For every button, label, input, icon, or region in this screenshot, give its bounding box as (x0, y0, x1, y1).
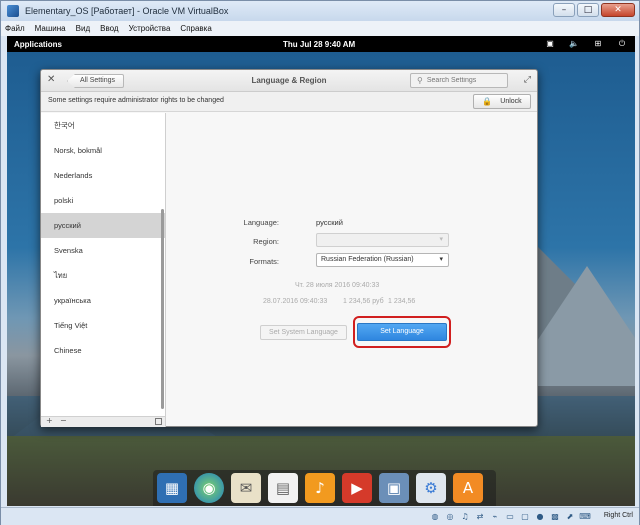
vbox-menu-bar: Файл Машина Вид Ввод Устройства Справка (1, 21, 639, 36)
window-controls: – □ ✕ (553, 3, 635, 17)
dock: ▦ ◉ ✉ ▤ ♪ ▶ ▣ ⚙ A (153, 470, 496, 506)
shared-folder-icon[interactable]: ▭ (504, 511, 516, 522)
menu-help[interactable]: Справка (180, 24, 211, 33)
language-item[interactable]: Norsk, bokmål (41, 138, 165, 163)
region-select[interactable]: ▾ (316, 233, 449, 247)
formats-value: Russian Federation (Russian) (321, 256, 414, 263)
search-field[interactable]: ⚲ (410, 73, 508, 88)
virtualbox-icon (7, 5, 19, 17)
language-label: Language: (243, 218, 279, 227)
language-item[interactable]: українська (41, 288, 165, 313)
unlock-button[interactable]: 🔒 Unlock (473, 94, 531, 109)
maximize-icon[interactable]: ⤢ (524, 75, 531, 85)
minimize-button[interactable]: – (553, 3, 575, 17)
formats-select[interactable]: Russian Federation (Russian) ▾ (316, 253, 449, 267)
close-button[interactable]: ✕ (601, 3, 635, 17)
settings-header: ✕ All Settings Language & Region ⚲ ⤢ (41, 70, 537, 92)
guest-screen: Applications Thu Jul 28 9:40 AM ▣ 🔈 ⊞ ⏻ … (7, 36, 635, 506)
permission-message: Some settings require administrator righ… (48, 97, 224, 104)
audio-icon[interactable]: ♫ (459, 511, 471, 522)
host-key-label: Right Ctrl (603, 512, 633, 519)
permission-infobar: Some settings require administrator righ… (41, 92, 537, 112)
photos-icon[interactable]: ▣ (379, 473, 409, 503)
list-scrollbar[interactable] (161, 113, 164, 416)
music-icon[interactable]: ♪ (305, 473, 335, 503)
menu-file[interactable]: Файл (5, 24, 25, 33)
optical-drive-icon[interactable]: ◎ (444, 511, 456, 522)
language-list: 한국어 Norsk, bokmål Nederlands polski русс… (41, 113, 166, 416)
maximize-button[interactable]: □ (577, 3, 599, 17)
language-settings-panel: Language: русский Region: ▾ Formats: Rus… (167, 113, 537, 427)
status-icons: ◍ ◎ ♫ ⇄ ⌁ ▭ ▢ ● ▩ ⬈ ⌨ (429, 511, 591, 522)
language-item[interactable]: Svenska (41, 238, 165, 263)
multitasking-icon[interactable]: ▦ (157, 473, 187, 503)
add-language-button[interactable]: + (46, 416, 53, 425)
language-item[interactable]: polski (41, 188, 165, 213)
list-toolbar: + − (41, 416, 166, 427)
date-preview-long: Чт. 28 июля 2016 09:40:33 (295, 282, 380, 289)
calendar-icon[interactable]: ▤ (268, 473, 298, 503)
unlock-label: Unlock (500, 98, 522, 105)
language-item[interactable]: 한국어 (41, 113, 165, 138)
videos-icon[interactable]: ▶ (342, 473, 372, 503)
lock-icon: 🔒 (482, 97, 493, 106)
screenshot-icon[interactable]: ▣ (543, 38, 557, 49)
search-input[interactable] (426, 77, 507, 84)
browser-icon[interactable]: ◉ (194, 473, 224, 503)
currency-preview: 1 234,56 руб (343, 298, 384, 305)
language-item[interactable]: Nederlands (41, 163, 165, 188)
volume-icon[interactable]: 🔈 (567, 38, 581, 49)
search-icon: ⚲ (417, 76, 423, 85)
system-tray: ▣ 🔈 ⊞ ⏻ (543, 38, 629, 49)
menu-machine[interactable]: Машина (35, 24, 66, 33)
vbox-status-bar: ◍ ◎ ♫ ⇄ ⌁ ▭ ▢ ● ▩ ⬈ ⌨ Right Ctrl (1, 507, 639, 525)
power-icon[interactable]: ⏻ (615, 38, 629, 49)
menu-devices[interactable]: Устройства (129, 24, 171, 33)
chevron-down-icon: ▾ (439, 256, 443, 263)
language-value: русский (316, 218, 343, 227)
video-capture-icon[interactable]: ● (534, 511, 546, 522)
panel-clock[interactable]: Thu Jul 28 9:40 AM (283, 40, 355, 49)
network-icon[interactable]: ⊞ (591, 38, 605, 49)
appcenter-icon[interactable]: A (453, 473, 483, 503)
formats-label: Formats: (249, 257, 279, 266)
set-system-language-button[interactable]: Set System Language (260, 325, 347, 340)
mouse-integration-icon[interactable]: ⬈ (564, 511, 576, 522)
keyboard-icon[interactable]: ⌨ (579, 511, 591, 522)
date-preview-short: 28.07.2016 09:40:33 (263, 298, 328, 305)
display-icon[interactable]: ▢ (519, 511, 531, 522)
settings-icon[interactable]: ⚙ (416, 473, 446, 503)
language-item[interactable]: Chinese (41, 338, 165, 363)
top-panel: Applications Thu Jul 28 9:40 AM ▣ 🔈 ⊞ ⏻ (7, 36, 635, 52)
vbox-title-bar[interactable]: Elementary_OS [Работает] - Oracle VM Vir… (1, 1, 639, 21)
mail-icon[interactable]: ✉ (231, 473, 261, 503)
virtualbox-window: Elementary_OS [Работает] - Oracle VM Vir… (0, 0, 640, 525)
menu-view[interactable]: Вид (76, 24, 90, 33)
settings-window: ✕ All Settings Language & Region ⚲ ⤢ Som… (40, 69, 538, 427)
cpu-icon[interactable]: ▩ (549, 511, 561, 522)
hdd-icon[interactable]: ◍ (429, 511, 441, 522)
vbox-title: Elementary_OS [Работает] - Oracle VM Vir… (25, 6, 229, 16)
remove-language-button[interactable]: − (60, 416, 67, 425)
menu-input[interactable]: Ввод (100, 24, 118, 33)
language-item[interactable]: Tiếng Việt (41, 313, 165, 338)
language-item[interactable]: ไทย (41, 263, 165, 288)
language-item-selected[interactable]: русский (41, 213, 165, 238)
number-preview: 1 234,56 (388, 298, 416, 305)
network-adapter-icon[interactable]: ⇄ (474, 511, 486, 522)
scrollbar-thumb[interactable] (161, 209, 164, 409)
usb-icon[interactable]: ⌁ (489, 511, 501, 522)
resize-corner-icon[interactable] (155, 418, 162, 425)
chevron-down-icon: ▾ (439, 236, 443, 243)
set-language-button[interactable]: Set Language (357, 323, 447, 341)
applications-menu[interactable]: Applications (14, 40, 62, 49)
region-label: Region: (253, 237, 279, 246)
